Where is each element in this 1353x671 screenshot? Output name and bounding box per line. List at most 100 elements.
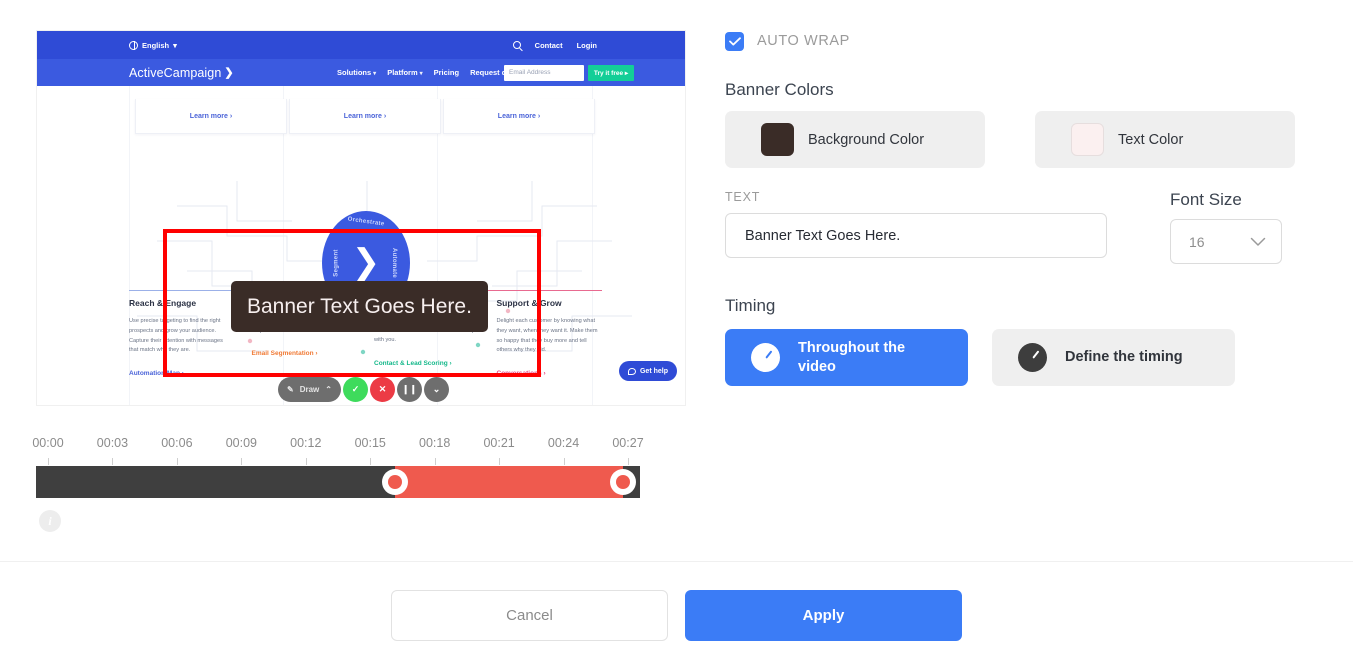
more-options-button[interactable]: ⌄ (423, 377, 449, 402)
delete-button[interactable]: ✕ (369, 377, 395, 402)
globe-icon (129, 40, 138, 50)
timing-title: Timing (725, 296, 776, 315)
draw-tool-button[interactable]: ✎ Draw ⌃ (278, 377, 341, 402)
activecampaign-logo-icon: ❯ (351, 243, 381, 281)
auto-wrap-checkbox[interactable] (725, 31, 744, 51)
site-nav-bar: ActiveCampaign ❯ Solutions ▾ Platform ▾ Pr… (37, 59, 685, 86)
timeline-tick-label: 00:12 (290, 436, 322, 450)
background-color-button[interactable]: Background Color (725, 111, 985, 168)
get-help-button[interactable]: Get help (618, 361, 677, 381)
draw-label: Draw (299, 385, 320, 394)
chevron-down-icon (1250, 237, 1266, 246)
video-preview[interactable]: English ▾ Contact Login ActiveCampaign ❯… (36, 30, 686, 406)
font-size-label: Font Size (1170, 190, 1242, 209)
timeline-tick-mark (499, 458, 501, 465)
timeline-tick-mark (434, 458, 436, 465)
text-color-swatch[interactable] (1071, 123, 1104, 156)
timing-option-label: Define the timing (1065, 349, 1183, 366)
site-link-login[interactable]: Login (577, 41, 597, 50)
timeline-tick-mark (241, 458, 243, 465)
feature-link[interactable]: Conversations › (497, 370, 600, 377)
chevron-down-icon: ▾ (373, 71, 377, 77)
clock-icon (1018, 343, 1047, 372)
text-field-group: TEXT (725, 190, 1107, 264)
font-size-select[interactable]: 16 (1170, 219, 1282, 264)
timing-option-define-timing[interactable]: Define the timing (992, 329, 1235, 386)
timeline[interactable]: 00:00 00:03 00:06 00:09 00:12 00:15 00:18 00:21… (32, 436, 644, 532)
chevron-down-icon: ⌄ (432, 384, 441, 394)
timeline-tick-mark (370, 458, 372, 465)
timeline-tick-label: 00:03 (96, 436, 129, 450)
timeline-track[interactable] (36, 466, 640, 498)
background-color-label: Background Color (808, 131, 925, 148)
close-icon: ✕ (378, 384, 387, 394)
site-link-contact[interactable]: Contact (535, 41, 563, 50)
feature-link[interactable]: Automation Map › (129, 370, 232, 377)
site-try-free-button[interactable]: Try it free ▸ (588, 64, 634, 81)
search-icon[interactable] (512, 41, 521, 49)
banner-overlay-text: Banner Text Goes Here. (247, 294, 472, 318)
language-label: English (142, 40, 170, 50)
timing-options: Throughout the video Define the timing (725, 329, 1297, 386)
site-email-input[interactable]: Email Address (504, 64, 584, 81)
nav-item-solutions[interactable]: Solutions ▾ (337, 68, 376, 77)
feature-link[interactable]: Contact & Lead Scoring › (374, 360, 477, 367)
timeline-tick-label: 00:18 (419, 436, 451, 450)
timeline-tick-label: 00:21 (483, 436, 515, 450)
chevron-up-icon: ⌃ (325, 385, 332, 394)
background-color-swatch[interactable] (761, 123, 794, 156)
font-size-group: Font Size 16 (1170, 190, 1282, 264)
timeline-tick-label: 00:27 (612, 436, 644, 450)
info-icon[interactable]: i (39, 510, 61, 532)
banner-editor-screen: English ▾ Contact Login ActiveCampaign ❯… (0, 0, 1353, 671)
pause-button[interactable]: ❙❙ (396, 377, 422, 402)
wheel-label-orchestrate: Orchestrate (347, 216, 385, 228)
feature-column: Reach & Engage Use precise targeting to … (129, 298, 232, 377)
timeline-tick-label: 00:24 (547, 436, 580, 450)
banner-overlay[interactable]: Banner Text Goes Here. (231, 281, 488, 332)
auto-wrap-row[interactable]: AUTO WRAP (725, 30, 1297, 52)
auto-wrap-label: AUTO WRAP (757, 33, 850, 49)
timeline-selected-range[interactable] (395, 466, 624, 498)
text-field-label: TEXT (725, 190, 761, 204)
cancel-button[interactable]: Cancel (391, 590, 668, 641)
timing-option-label: Throughout the video (798, 340, 906, 375)
brand-chevron-icon: ❯ (224, 67, 234, 79)
language-caret-icon: ▾ (173, 40, 177, 50)
timeline-tick-label: 00:00 (32, 436, 64, 450)
feature-column: Support & Grow Delight each customer by … (497, 298, 600, 377)
timeline-tick-mark (112, 458, 114, 465)
feature-body: Delight each customer by knowing what th… (496, 318, 598, 354)
wheel-label-automate: Automate (390, 247, 397, 279)
apply-button[interactable]: Apply (685, 590, 962, 641)
clock-icon (751, 343, 780, 372)
timeline-handle-end[interactable] (610, 469, 637, 495)
banner-text-input[interactable] (725, 213, 1107, 258)
chevron-down-icon: ▾ (419, 71, 423, 77)
pencil-icon: ✎ (287, 385, 294, 394)
footer-divider (0, 561, 1353, 562)
feature-link[interactable]: Email Segmentation › (252, 350, 355, 357)
language-selector[interactable]: English ▾ (129, 40, 177, 50)
timing-option-throughout-video[interactable]: Throughout the video (725, 329, 968, 386)
timeline-tick-mark (628, 458, 629, 465)
site-body: Learn more › Learn more › Learn more › O… (37, 86, 685, 405)
timeline-handle-start[interactable] (382, 469, 409, 495)
timeline-tick-label: 00:09 (225, 436, 257, 450)
site-brand[interactable]: ActiveCampaign ❯ (129, 66, 234, 80)
nav-item-platform[interactable]: Platform ▾ (387, 68, 422, 77)
banner-colors-title: Banner Colors (725, 80, 834, 99)
get-help-label: Get help (639, 367, 668, 375)
timeline-tick-label: 00:06 (161, 436, 193, 450)
feature-body: Use precise targeting to find the right … (129, 318, 223, 354)
check-icon: ✓ (351, 384, 360, 394)
confirm-button[interactable]: ✓ (342, 377, 368, 402)
font-size-value: 16 (1189, 233, 1205, 250)
text-color-button[interactable]: Text Color (1035, 111, 1295, 168)
site-top-bar: English ▾ Contact Login (37, 31, 685, 59)
preview-pane: English ▾ Contact Login ActiveCampaign ❯… (36, 30, 686, 406)
timeline-tick-mark (305, 458, 307, 465)
handle-dot (388, 475, 403, 489)
nav-item-pricing[interactable]: Pricing (434, 68, 459, 77)
pause-icon: ❙❙ (401, 384, 418, 394)
